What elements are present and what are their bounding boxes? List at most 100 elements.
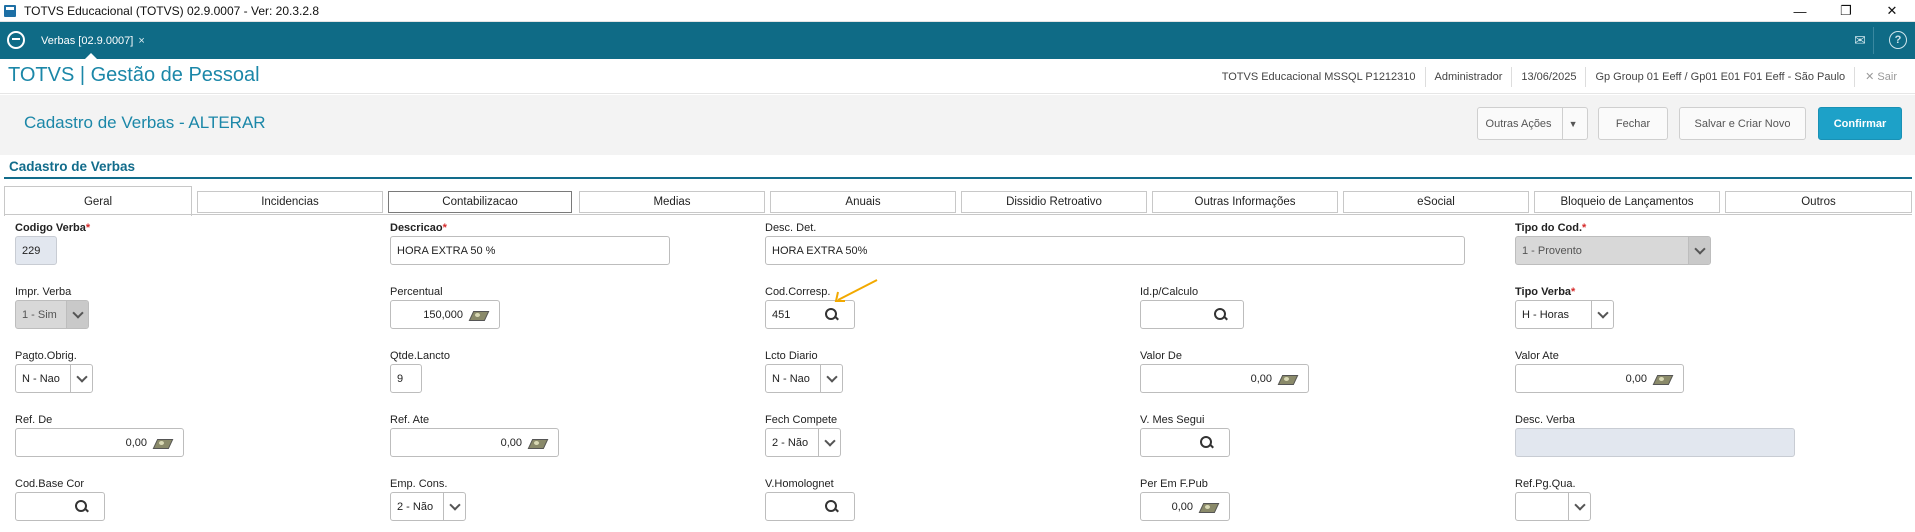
tab-anuais[interactable]: Anuais	[770, 191, 956, 213]
per-em-fpub-input[interactable]: 0,00	[1140, 492, 1230, 521]
tipo-verba-value: H - Horas	[1522, 308, 1570, 321]
mail-icon[interactable]: ✉	[1850, 31, 1870, 49]
codigo-verba-label-text: Codigo Verba	[15, 222, 86, 234]
pagto-obrig-select[interactable]: N - Nao	[15, 364, 93, 393]
fech-compete-label: Fech Compete	[765, 414, 838, 426]
desc-det-input[interactable]: HORA EXTRA 50%	[765, 236, 1465, 265]
desc-det-label: Desc. Det.	[765, 222, 817, 234]
emp-cons-select[interactable]: 2 - Não	[390, 492, 466, 521]
qtde-lancto-input[interactable]: 9	[390, 364, 422, 393]
dropdown-arrow-icon: ▼	[1568, 118, 1578, 129]
tipo-verba-label-text: Tipo Verba	[1515, 286, 1572, 298]
product-header: TOTVS | Gestão de Pessoal TOTVS Educacio…	[0, 59, 1915, 94]
ref-pg-qua-select[interactable]	[1515, 492, 1591, 521]
per-em-fpub-label: Per Em F.Pub	[1140, 478, 1208, 490]
impr-verba-label: Impr. Verba	[15, 286, 72, 298]
tab-outras-informacoes[interactable]: Outras Informações	[1152, 191, 1338, 213]
fechar-button[interactable]: Fechar	[1598, 107, 1668, 140]
chevron-down-icon	[70, 365, 92, 392]
tipo-cod-label-text: Tipo do Cod.	[1515, 222, 1583, 234]
search-icon[interactable]	[825, 500, 839, 514]
v-mes-segui-input[interactable]	[1140, 428, 1230, 457]
v-homolognet-input[interactable]	[765, 492, 855, 521]
tab-bloqueio-lancamentos[interactable]: Bloqueio de Lançamentos	[1534, 191, 1720, 213]
per-em-fpub-value: 0,00	[1171, 500, 1193, 513]
chevron-down-icon	[820, 365, 842, 392]
database-info: TOTVS Educacional MSSQL P1212310	[1213, 66, 1426, 87]
tipo-cod-select[interactable]: 1 - Provento	[1515, 236, 1711, 265]
product-brand: TOTVS | Gestão de Pessoal	[8, 64, 260, 86]
search-icon[interactable]	[825, 308, 839, 322]
desc-verba-input[interactable]	[1515, 428, 1795, 457]
search-icon[interactable]	[1200, 436, 1214, 450]
company-info: Gp Group 01 Eeff / Gp01 E01 F01 Eeff - S…	[1586, 66, 1856, 87]
minimize-button[interactable]: —	[1777, 0, 1823, 22]
percentual-label: Percentual	[390, 286, 443, 298]
id-calculo-label: Id.p/Calculo	[1140, 286, 1199, 298]
codigo-verba-label: Codigo Verba*	[15, 222, 90, 234]
fech-compete-select[interactable]: 2 - Não	[765, 428, 841, 457]
required-mark: *	[442, 222, 447, 234]
lcto-diario-select[interactable]: N - Nao	[765, 364, 843, 393]
money-icon[interactable]	[1655, 373, 1671, 387]
confirmar-button[interactable]: Confirmar	[1818, 107, 1902, 140]
cod-base-cor-label: Cod.Base Cor	[15, 478, 85, 490]
tab-esocial[interactable]: eSocial	[1343, 191, 1529, 213]
descricao-label: Descricao*	[390, 222, 447, 234]
required-mark: *	[1571, 286, 1576, 298]
pagto-obrig-value: N - Nao	[22, 372, 60, 385]
outras-acoes-label: Outras Ações	[1485, 117, 1552, 130]
tab-incidencias[interactable]: Incidencias	[197, 191, 383, 213]
ref-ate-label: Ref. Ate	[390, 414, 430, 426]
percentual-value: 150,000	[423, 308, 463, 321]
cod-base-cor-input[interactable]	[15, 492, 105, 521]
tabbar-divider	[1873, 27, 1874, 54]
search-icon[interactable]	[1214, 308, 1228, 322]
ref-de-input[interactable]: 0,00	[15, 428, 184, 457]
totvs-logo-icon[interactable]	[7, 31, 25, 49]
tab-geral[interactable]: Geral	[4, 186, 192, 216]
section-title: Cadastro de Verbas	[9, 159, 136, 174]
desc-det-value: HORA EXTRA 50%	[772, 244, 868, 257]
money-icon[interactable]	[155, 437, 171, 451]
descricao-input[interactable]: HORA EXTRA 50 %	[390, 236, 670, 265]
lcto-diario-value: N - Nao	[772, 372, 810, 385]
v-homolognet-label: V.Homolognet	[765, 478, 834, 490]
descricao-value: HORA EXTRA 50 %	[397, 244, 496, 257]
tab-dissidio-retroativo[interactable]: Dissidio Retroativo	[961, 191, 1147, 213]
section-divider	[4, 177, 1912, 179]
codigo-verba-value: 229	[22, 244, 41, 257]
money-icon[interactable]	[1201, 501, 1217, 515]
tab-medias[interactable]: Medias	[579, 191, 765, 213]
percentual-input[interactable]: 150,000	[390, 300, 500, 329]
exit-button[interactable]: ✕ Sair	[1855, 67, 1915, 87]
codigo-verba-input[interactable]: 229	[15, 236, 57, 265]
salvar-criar-novo-button[interactable]: Salvar e Criar Novo	[1679, 107, 1806, 140]
app-tab-verbas[interactable]: Verbas [02.9.0007] ×	[33, 22, 151, 59]
required-mark: *	[1582, 222, 1587, 234]
lcto-diario-label: Lcto Diario	[765, 350, 818, 362]
user-info: Administrador	[1426, 66, 1513, 87]
valor-de-label: Valor De	[1140, 350, 1182, 362]
help-icon[interactable]: ?	[1889, 31, 1907, 49]
chevron-down-icon	[1688, 237, 1710, 264]
valor-ate-input[interactable]: 0,00	[1515, 364, 1684, 393]
money-icon[interactable]	[530, 437, 546, 451]
close-tab-icon[interactable]: ×	[138, 35, 144, 47]
tab-contabilizacao[interactable]: Contabilizacao	[388, 191, 572, 213]
close-window-button[interactable]: ✕	[1869, 0, 1915, 22]
page-header: Cadastro de Verbas - ALTERAR Outras Açõe…	[0, 95, 1915, 155]
cod-corresp-input[interactable]: 451	[765, 300, 855, 329]
id-calculo-input[interactable]	[1140, 300, 1244, 329]
valor-de-input[interactable]: 0,00	[1140, 364, 1309, 393]
impr-verba-select[interactable]: 1 - Sim	[15, 300, 89, 329]
cod-corresp-label: Cod.Corresp.	[765, 286, 831, 298]
money-icon[interactable]	[1280, 373, 1296, 387]
tipo-verba-select[interactable]: H - Horas	[1515, 300, 1614, 329]
tab-outros[interactable]: Outros	[1725, 191, 1912, 213]
ref-ate-input[interactable]: 0,00	[390, 428, 559, 457]
maximize-button[interactable]: ❐	[1823, 0, 1869, 22]
outras-acoes-button[interactable]: Outras Ações ▼	[1477, 107, 1588, 140]
search-icon[interactable]	[75, 500, 89, 514]
money-icon[interactable]	[471, 309, 487, 323]
